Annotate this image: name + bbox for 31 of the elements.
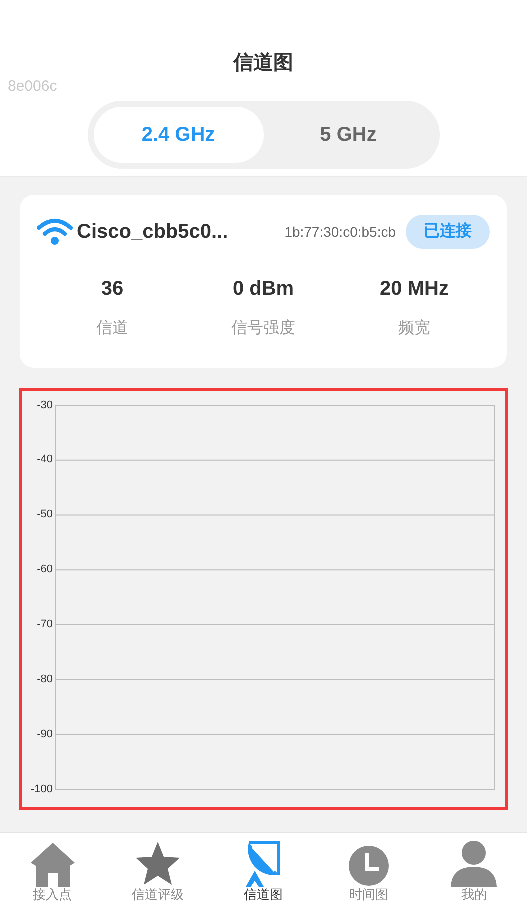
connection-status: 已连接 xyxy=(406,215,490,249)
nav-tab[interactable]: 我的 xyxy=(422,833,527,906)
wifi-icon xyxy=(37,218,73,246)
y-tick-label: -80 xyxy=(37,674,53,686)
stat-value: 0 dBm xyxy=(232,277,294,301)
band-tab[interactable]: 2.4 GHz xyxy=(94,107,264,163)
stat-value: 36 xyxy=(101,277,124,301)
y-tick-label: -70 xyxy=(37,619,53,630)
clock-icon xyxy=(348,845,390,887)
stat-label: 频宽 xyxy=(398,319,430,339)
nav-tab[interactable]: 时间图 xyxy=(316,833,422,906)
page-title: 信道图 xyxy=(232,51,294,76)
stat-value: 20 MHz xyxy=(380,277,449,301)
satellite-dish-icon xyxy=(243,841,284,887)
star-icon xyxy=(135,841,182,887)
home-icon xyxy=(30,841,76,887)
mac-address: 1b:77:30:c0:b5:cb xyxy=(284,222,396,242)
nav-tab[interactable]: 信道评级 xyxy=(105,833,211,906)
y-tick-label: -60 xyxy=(37,564,53,576)
network-name: Cisco_cbb5c0... xyxy=(77,220,228,245)
y-tick-label: -90 xyxy=(37,729,53,740)
nav-tab[interactable]: 接入点 xyxy=(0,833,106,906)
y-tick-label: -30 xyxy=(37,400,53,411)
y-tick-label: -50 xyxy=(37,510,53,521)
nav-tab[interactable]: 信道图 xyxy=(210,833,316,906)
stat-label: 信号强度 xyxy=(232,319,296,339)
stat-label: 信道 xyxy=(96,319,128,339)
band-tab[interactable]: 5 GHz xyxy=(264,107,434,163)
y-tick-label: -100 xyxy=(30,784,53,795)
y-tick-label: -40 xyxy=(37,454,53,466)
person-icon xyxy=(450,841,498,887)
